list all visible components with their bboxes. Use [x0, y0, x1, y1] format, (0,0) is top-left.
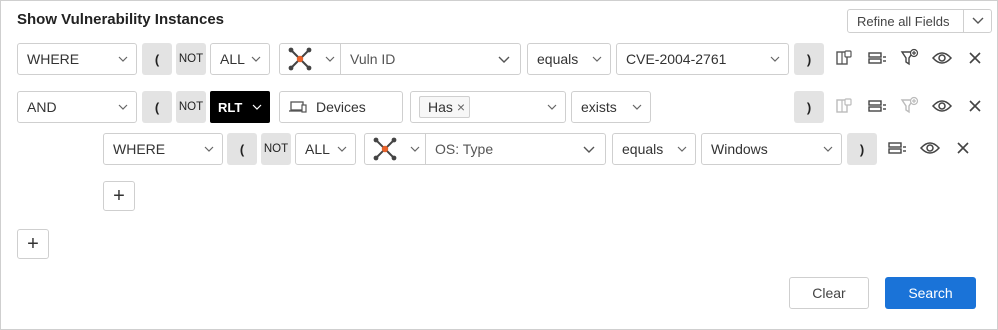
row2-quantifier-select[interactable]: RLT — [210, 91, 270, 123]
chevron-down-icon — [118, 56, 136, 62]
close-icon[interactable] — [952, 137, 974, 159]
filter-add-icon — [899, 95, 921, 117]
eye-icon[interactable] — [931, 95, 953, 117]
row2-operator-value: exists — [581, 99, 617, 115]
row3-field-value: OS: Type — [435, 141, 494, 157]
refine-all-fields-dropdown[interactable]: Refine all Fields — [847, 9, 992, 33]
row1-not-toggle[interactable]: NOT — [176, 43, 206, 75]
row1-value-text: CVE-2004-2761 — [626, 51, 727, 67]
list-icon[interactable] — [866, 47, 888, 69]
row3-not-toggle[interactable]: NOT — [261, 133, 291, 165]
chevron-down-icon — [677, 146, 695, 152]
filter-add-icon[interactable] — [899, 47, 921, 69]
row3-value-text: Windows — [711, 141, 768, 157]
clear-button[interactable]: Clear — [789, 277, 869, 309]
chevron-down-icon — [632, 104, 650, 110]
relation-tag-label: Has — [428, 99, 453, 115]
refine-all-fields-label: Refine all Fields — [857, 13, 950, 29]
chevron-down-icon — [337, 146, 355, 152]
row2-entity-select[interactable]: Devices — [279, 91, 403, 123]
chevron-down-icon — [592, 56, 610, 62]
row2-conjunction-select[interactable]: AND — [17, 91, 137, 123]
chevron-down-icon — [118, 104, 136, 110]
row3-close-paren-toggle[interactable]: ) — [847, 133, 877, 165]
row1-conjunction-select[interactable]: WHERE — [17, 43, 137, 75]
row3-value-select[interactable]: Windows — [701, 133, 842, 165]
relation-tag: Has × — [419, 96, 471, 118]
row1-quantifier-select[interactable]: ALL — [210, 43, 270, 75]
row3-field-select[interactable]: OS: Type — [364, 133, 606, 165]
chevron-down-icon — [252, 104, 270, 110]
row1-close-paren-toggle[interactable]: ) — [794, 43, 824, 75]
row3-operator-select[interactable]: equals — [612, 133, 696, 165]
row2-not-toggle[interactable]: NOT — [176, 91, 206, 123]
row1-operator-value: equals — [537, 51, 579, 67]
chevron-down-icon — [204, 146, 222, 152]
eye-icon[interactable] — [931, 47, 953, 69]
devices-icon — [280, 99, 316, 115]
row2-entity-value: Devices — [316, 99, 366, 115]
row1-quantifier-value: ALL — [220, 51, 245, 67]
query-builder-panel: Show Vulnerability Instances Refine all … — [0, 0, 998, 330]
eye-icon[interactable] — [919, 137, 941, 159]
row3-quantifier-value: ALL — [305, 141, 330, 157]
row2-operator-select[interactable]: exists — [571, 91, 651, 123]
chevron-down-icon — [320, 56, 340, 62]
tag-remove-icon[interactable]: × — [457, 99, 465, 115]
row1-operator-select[interactable]: equals — [527, 43, 611, 75]
row2-close-paren-toggle[interactable]: ) — [794, 91, 824, 123]
row1-field-select[interactable]: Vuln ID — [279, 43, 521, 75]
chevron-down-icon — [498, 56, 520, 63]
chevron-down-icon — [547, 104, 565, 110]
row2-quantifier-value: RLT — [218, 99, 243, 115]
chevron-down-icon — [251, 56, 269, 62]
row1-value-select[interactable]: CVE-2004-2761 — [616, 43, 789, 75]
row1-open-paren-toggle[interactable]: ( — [142, 43, 172, 75]
list-icon[interactable] — [866, 95, 888, 117]
list-icon[interactable] — [886, 137, 908, 159]
close-icon[interactable] — [964, 47, 986, 69]
nodes-icon — [280, 46, 320, 72]
chevron-down-icon — [405, 146, 425, 152]
row3-open-paren-toggle[interactable]: ( — [227, 133, 257, 165]
row1-field-value: Vuln ID — [350, 51, 396, 67]
nodes-icon — [365, 136, 405, 162]
row1-conjunction-value: WHERE — [27, 51, 80, 67]
row2-conjunction-value: AND — [27, 99, 57, 115]
row3-conjunction-select[interactable]: WHERE — [103, 133, 223, 165]
table-icon — [833, 95, 855, 117]
row3-quantifier-select[interactable]: ALL — [295, 133, 356, 165]
add-condition-button[interactable]: + — [17, 229, 49, 259]
close-icon[interactable] — [964, 95, 986, 117]
chevron-down-icon — [963, 10, 991, 32]
add-nested-condition-button[interactable]: + — [103, 181, 135, 211]
chevron-down-icon — [770, 56, 788, 62]
plus-icon: + — [113, 185, 125, 207]
row2-open-paren-toggle[interactable]: ( — [142, 91, 172, 123]
search-button[interactable]: Search — [885, 277, 976, 309]
chevron-down-icon — [583, 146, 605, 153]
row3-conjunction-value: WHERE — [113, 141, 166, 157]
panel-title: Show Vulnerability Instances — [17, 11, 224, 28]
plus-icon: + — [27, 233, 39, 255]
row3-operator-value: equals — [622, 141, 664, 157]
chevron-down-icon — [823, 146, 841, 152]
table-icon[interactable] — [833, 47, 855, 69]
